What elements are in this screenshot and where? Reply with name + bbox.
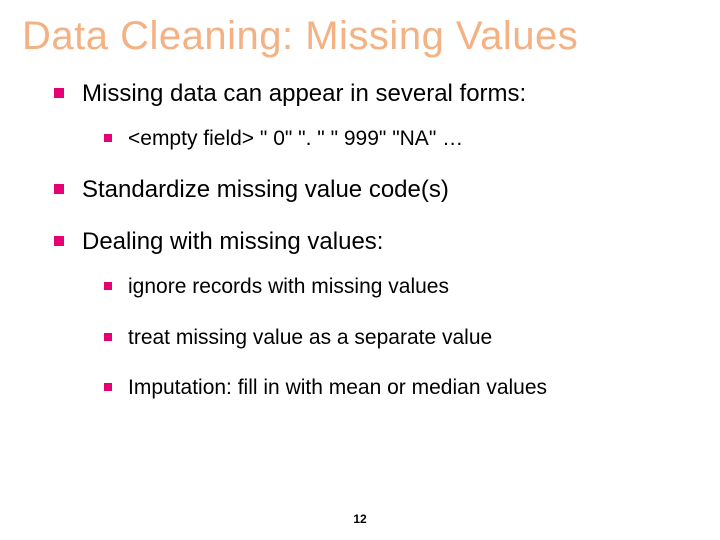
bullet-text: <empty field> " 0" ". " " 999" "NA" … xyxy=(128,127,463,150)
bullet-text: treat missing value as a separate value xyxy=(128,326,492,349)
bullet-text: Dealing with missing values: xyxy=(82,228,383,255)
slide: Data Cleaning: Missing Values Missing da… xyxy=(0,0,720,540)
bullet-subitem: <empty field> " 0" ". " " 999" "NA" … xyxy=(104,125,684,153)
bullet-text: Standardize missing value code(s) xyxy=(82,176,449,203)
bullet-list: Missing data can appear in several forms… xyxy=(0,79,720,402)
bullet-text: Missing data can appear in several forms… xyxy=(82,80,526,107)
bullet-text: Imputation: fill in with mean or median … xyxy=(128,376,547,399)
bullet-sublist: <empty field> " 0" ". " " 999" "NA" … xyxy=(82,125,684,153)
bullet-item: Missing data can appear in several forms… xyxy=(54,79,684,153)
bullet-item: Dealing with missing values: ignore reco… xyxy=(54,227,684,402)
bullet-item: Standardize missing value code(s) xyxy=(54,175,684,205)
bullet-text: ignore records with missing values xyxy=(128,275,449,298)
bullet-subitem: Imputation: fill in with mean or median … xyxy=(104,374,684,402)
page-number: 12 xyxy=(0,512,720,526)
bullet-subitem: ignore records with missing values xyxy=(104,273,684,301)
bullet-sublist: ignore records with missing values treat… xyxy=(82,273,684,402)
slide-title: Data Cleaning: Missing Values xyxy=(0,0,720,65)
bullet-subitem: treat missing value as a separate value xyxy=(104,324,684,352)
